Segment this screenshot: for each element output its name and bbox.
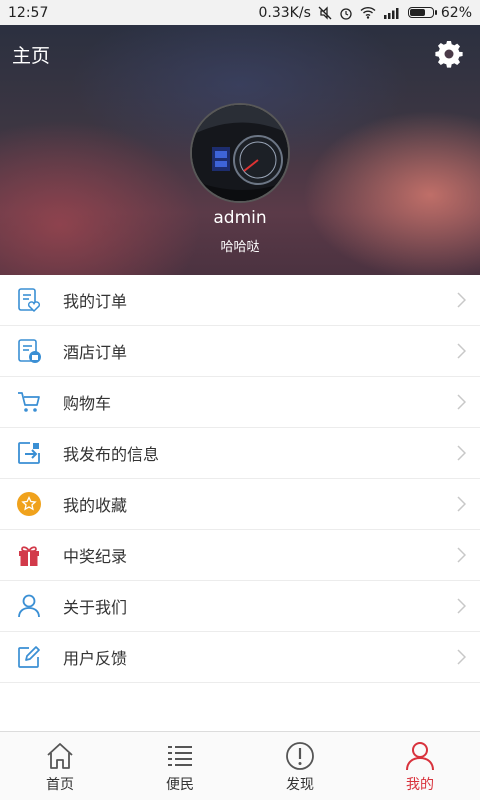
menu-item-favorites[interactable]: 我的收藏 <box>0 479 480 530</box>
menu-item-label: 我的收藏 <box>63 496 128 515</box>
tab-label: 我的 <box>406 777 434 793</box>
menu-item-my-orders[interactable]: 我的订单 <box>0 275 480 326</box>
signal-icon <box>383 7 399 19</box>
menu-item-label: 我发布的信息 <box>63 445 160 464</box>
mute-icon <box>318 5 332 20</box>
gear-icon[interactable] <box>434 39 464 69</box>
menu-item-feedback[interactable]: 用户反馈 <box>0 632 480 683</box>
cart-icon <box>14 387 44 417</box>
chevron-right-icon <box>457 292 466 308</box>
chevron-right-icon <box>457 343 466 359</box>
tab-mine[interactable]: 我的 <box>360 732 480 800</box>
menu-item-about-us[interactable]: 关于我们 <box>0 581 480 632</box>
tab-label: 首页 <box>46 777 74 793</box>
username: admin <box>213 208 267 228</box>
hotel-order-icon <box>14 336 44 366</box>
publish-icon <box>14 438 44 468</box>
network-speed: 0.33K/s <box>258 4 311 21</box>
menu-item-prize-records[interactable]: 中奖纪录 <box>0 530 480 581</box>
alarm-icon <box>340 7 352 20</box>
avatar[interactable] <box>190 103 290 203</box>
chevron-right-icon <box>457 649 466 665</box>
menu-item-hotel-orders[interactable]: 酒店订单 <box>0 326 480 377</box>
menu-item-label: 我的订单 <box>63 292 128 311</box>
chevron-right-icon <box>457 547 466 563</box>
profile-icon <box>406 742 434 771</box>
chevron-right-icon <box>457 496 466 512</box>
battery-level: 62% <box>440 4 472 21</box>
menu-item-label: 用户反馈 <box>63 649 128 668</box>
page-title: 主页 <box>12 45 51 67</box>
menu-item-label: 关于我们 <box>63 598 128 617</box>
profile-header: 主页 admin 哈哈哒 <box>0 25 480 275</box>
menu-item-my-posts[interactable]: 我发布的信息 <box>0 428 480 479</box>
bottom-tab-bar: 首页 便民 发现 我的 <box>0 731 480 800</box>
tab-discover[interactable]: 发现 <box>240 732 360 800</box>
wifi-icon <box>360 6 376 19</box>
avatar-image <box>192 105 288 201</box>
chevron-right-icon <box>457 598 466 614</box>
status-time: 12:57 <box>8 4 49 21</box>
menu-item-label: 酒店订单 <box>63 343 128 362</box>
battery-icon <box>407 7 437 18</box>
menu-item-label: 购物车 <box>63 394 112 413</box>
person-icon <box>14 591 44 621</box>
menu-item-label: 中奖纪录 <box>63 547 128 566</box>
menu-item-cart[interactable]: 购物车 <box>0 377 480 428</box>
home-icon <box>47 743 73 769</box>
chevron-right-icon <box>457 445 466 461</box>
tab-home[interactable]: 首页 <box>0 732 120 800</box>
order-heart-icon <box>14 285 44 315</box>
gift-icon <box>14 540 44 570</box>
edit-icon <box>14 642 44 672</box>
status-bar: 12:57 0.33K/s 62% <box>0 0 480 25</box>
user-signature: 哈哈哒 <box>220 240 260 255</box>
star-icon <box>14 489 44 519</box>
status-right: 0.33K/s 62% <box>259 5 473 21</box>
tab-label: 发现 <box>286 777 314 793</box>
tab-label: 便民 <box>166 777 194 793</box>
list-icon <box>168 746 192 766</box>
tab-services[interactable]: 便民 <box>120 732 240 800</box>
chevron-right-icon <box>457 394 466 410</box>
profile-menu: 我的订单 酒店订单 购物车 我发布的信息 我的收藏 中奖纪录 关于我们 用户反馈 <box>0 275 480 683</box>
exclamation-icon <box>286 742 314 770</box>
